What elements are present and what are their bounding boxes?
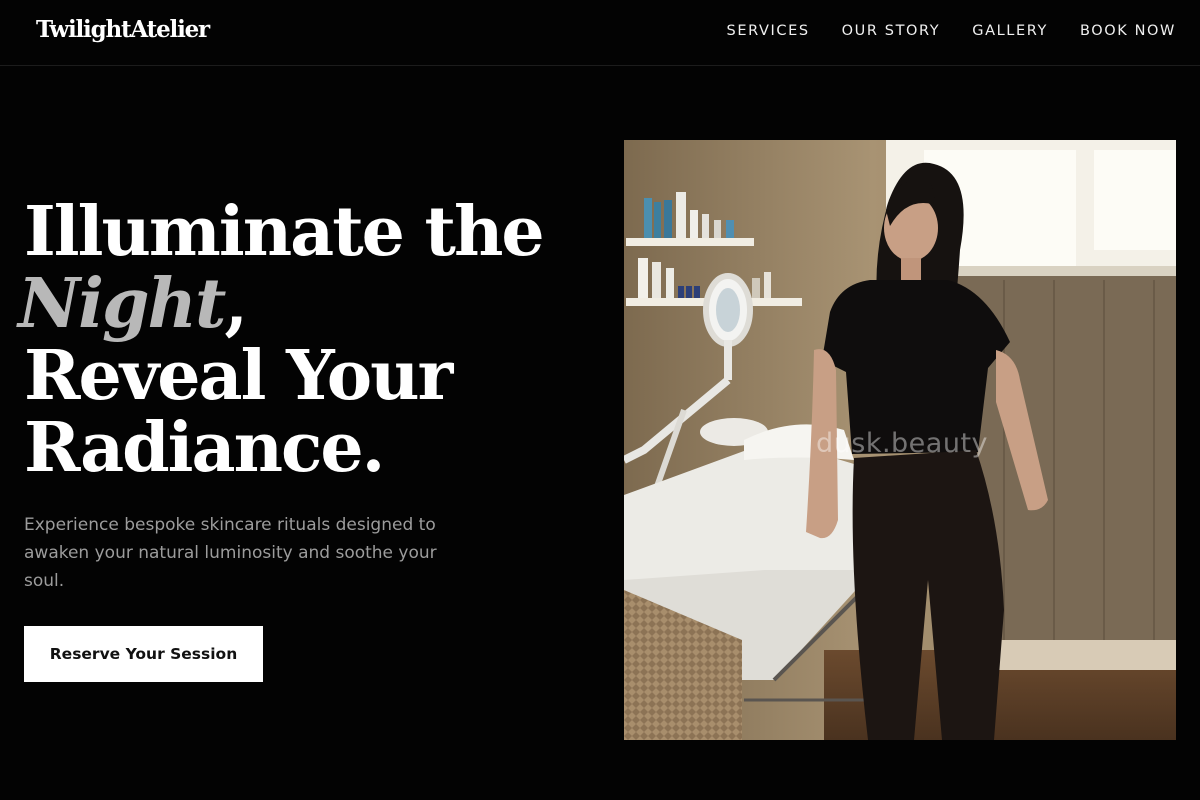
photo-watermark: dusk.beauty bbox=[816, 428, 989, 459]
hero-subtitle: Experience bespoke skincare rituals desi… bbox=[24, 515, 437, 591]
window-light-right bbox=[1094, 150, 1176, 250]
nav-link-gallery[interactable]: GALLERY bbox=[972, 23, 1048, 39]
brand-logo[interactable]: TwilightAtelier bbox=[36, 16, 210, 43]
headline-accent-word: Night bbox=[18, 264, 226, 344]
nav-link-services[interactable]: SERVICES bbox=[727, 23, 810, 39]
headline-line-2: Night, bbox=[18, 268, 543, 340]
nav-link-book-now[interactable]: BOOK NOW bbox=[1080, 23, 1176, 39]
baseboard bbox=[984, 640, 1176, 670]
reserve-session-button[interactable]: Reserve Your Session bbox=[24, 626, 263, 682]
headline-line-3: Reveal Your bbox=[24, 336, 453, 416]
headline-line-4: Radiance. bbox=[24, 408, 385, 488]
site-header: TwilightAtelier SERVICES OUR STORY GALLE… bbox=[0, 0, 1200, 66]
headline-comma: , bbox=[224, 264, 248, 344]
headline-line-1: Illuminate the bbox=[24, 192, 545, 272]
shelf-upper bbox=[626, 238, 754, 246]
hero-headline: Illuminate the Night, Reveal Your Radian… bbox=[18, 192, 545, 488]
main-nav: SERVICES OUR STORY GALLERY BOOK NOW bbox=[727, 23, 1176, 39]
nav-link-our-story[interactable]: OUR STORY bbox=[842, 23, 941, 39]
hero-photo: dusk.beauty bbox=[624, 140, 1176, 740]
